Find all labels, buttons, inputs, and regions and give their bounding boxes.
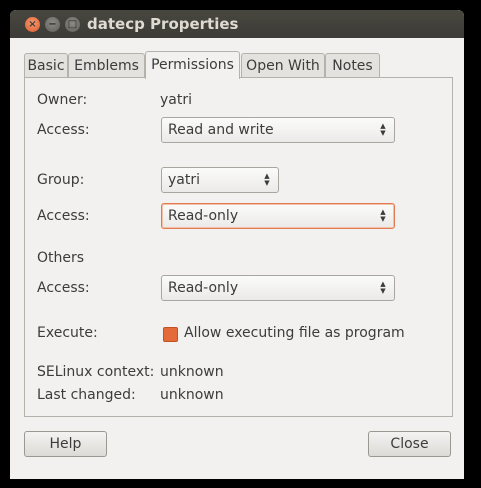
others-label: Others xyxy=(37,250,85,266)
updown-arrows-icon: ▲ ▼ xyxy=(380,280,386,295)
group-label: Group: xyxy=(37,172,85,188)
others-access-label: Access: xyxy=(37,280,90,296)
execute-checkbox-label[interactable]: Allow executing file as program xyxy=(184,325,405,341)
minimize-window-icon[interactable]: − xyxy=(45,17,60,32)
window-title: datecp Properties xyxy=(87,15,239,33)
group-select[interactable]: yatri ▲ ▼ xyxy=(161,167,279,193)
properties-window: × − □ datecp Properties Basic Emblems Pe… xyxy=(10,10,464,479)
tab-basic[interactable]: Basic xyxy=(24,53,68,78)
selinux-value: unknown xyxy=(160,364,224,380)
execute-checkbox[interactable] xyxy=(163,327,178,342)
tab-permissions[interactable]: Permissions xyxy=(145,51,240,79)
group-access-select[interactable]: Read-only ▲ ▼ xyxy=(161,203,395,229)
updown-arrows-icon: ▲ ▼ xyxy=(380,208,386,223)
titlebar: × − □ datecp Properties xyxy=(10,10,464,38)
updown-arrows-icon: ▲ ▼ xyxy=(264,172,270,187)
last-changed-value: unknown xyxy=(160,387,224,403)
others-access-value: Read-only xyxy=(168,280,239,296)
close-window-icon[interactable]: × xyxy=(25,17,40,32)
group-value: yatri xyxy=(168,172,200,188)
updown-arrows-icon: ▲ ▼ xyxy=(380,122,386,137)
maximize-window-icon[interactable]: □ xyxy=(65,17,80,32)
owner-access-value: Read and write xyxy=(168,122,274,138)
selinux-label: SELinux context: xyxy=(37,364,155,380)
owner-value: yatri xyxy=(160,92,192,108)
tab-open-with[interactable]: Open With xyxy=(241,53,325,78)
owner-access-label: Access: xyxy=(37,122,90,138)
group-access-label: Access: xyxy=(37,208,90,224)
group-access-value: Read-only xyxy=(168,208,239,224)
owner-access-select[interactable]: Read and write ▲ ▼ xyxy=(161,117,395,143)
others-access-select[interactable]: Read-only ▲ ▼ xyxy=(161,275,395,301)
tab-emblems[interactable]: Emblems xyxy=(68,53,145,78)
help-button[interactable]: Help xyxy=(24,431,107,457)
last-changed-label: Last changed: xyxy=(37,387,136,403)
tab-notes[interactable]: Notes xyxy=(325,53,380,78)
execute-label: Execute: xyxy=(37,325,98,341)
close-button[interactable]: Close xyxy=(368,431,451,457)
owner-label: Owner: xyxy=(37,92,88,108)
